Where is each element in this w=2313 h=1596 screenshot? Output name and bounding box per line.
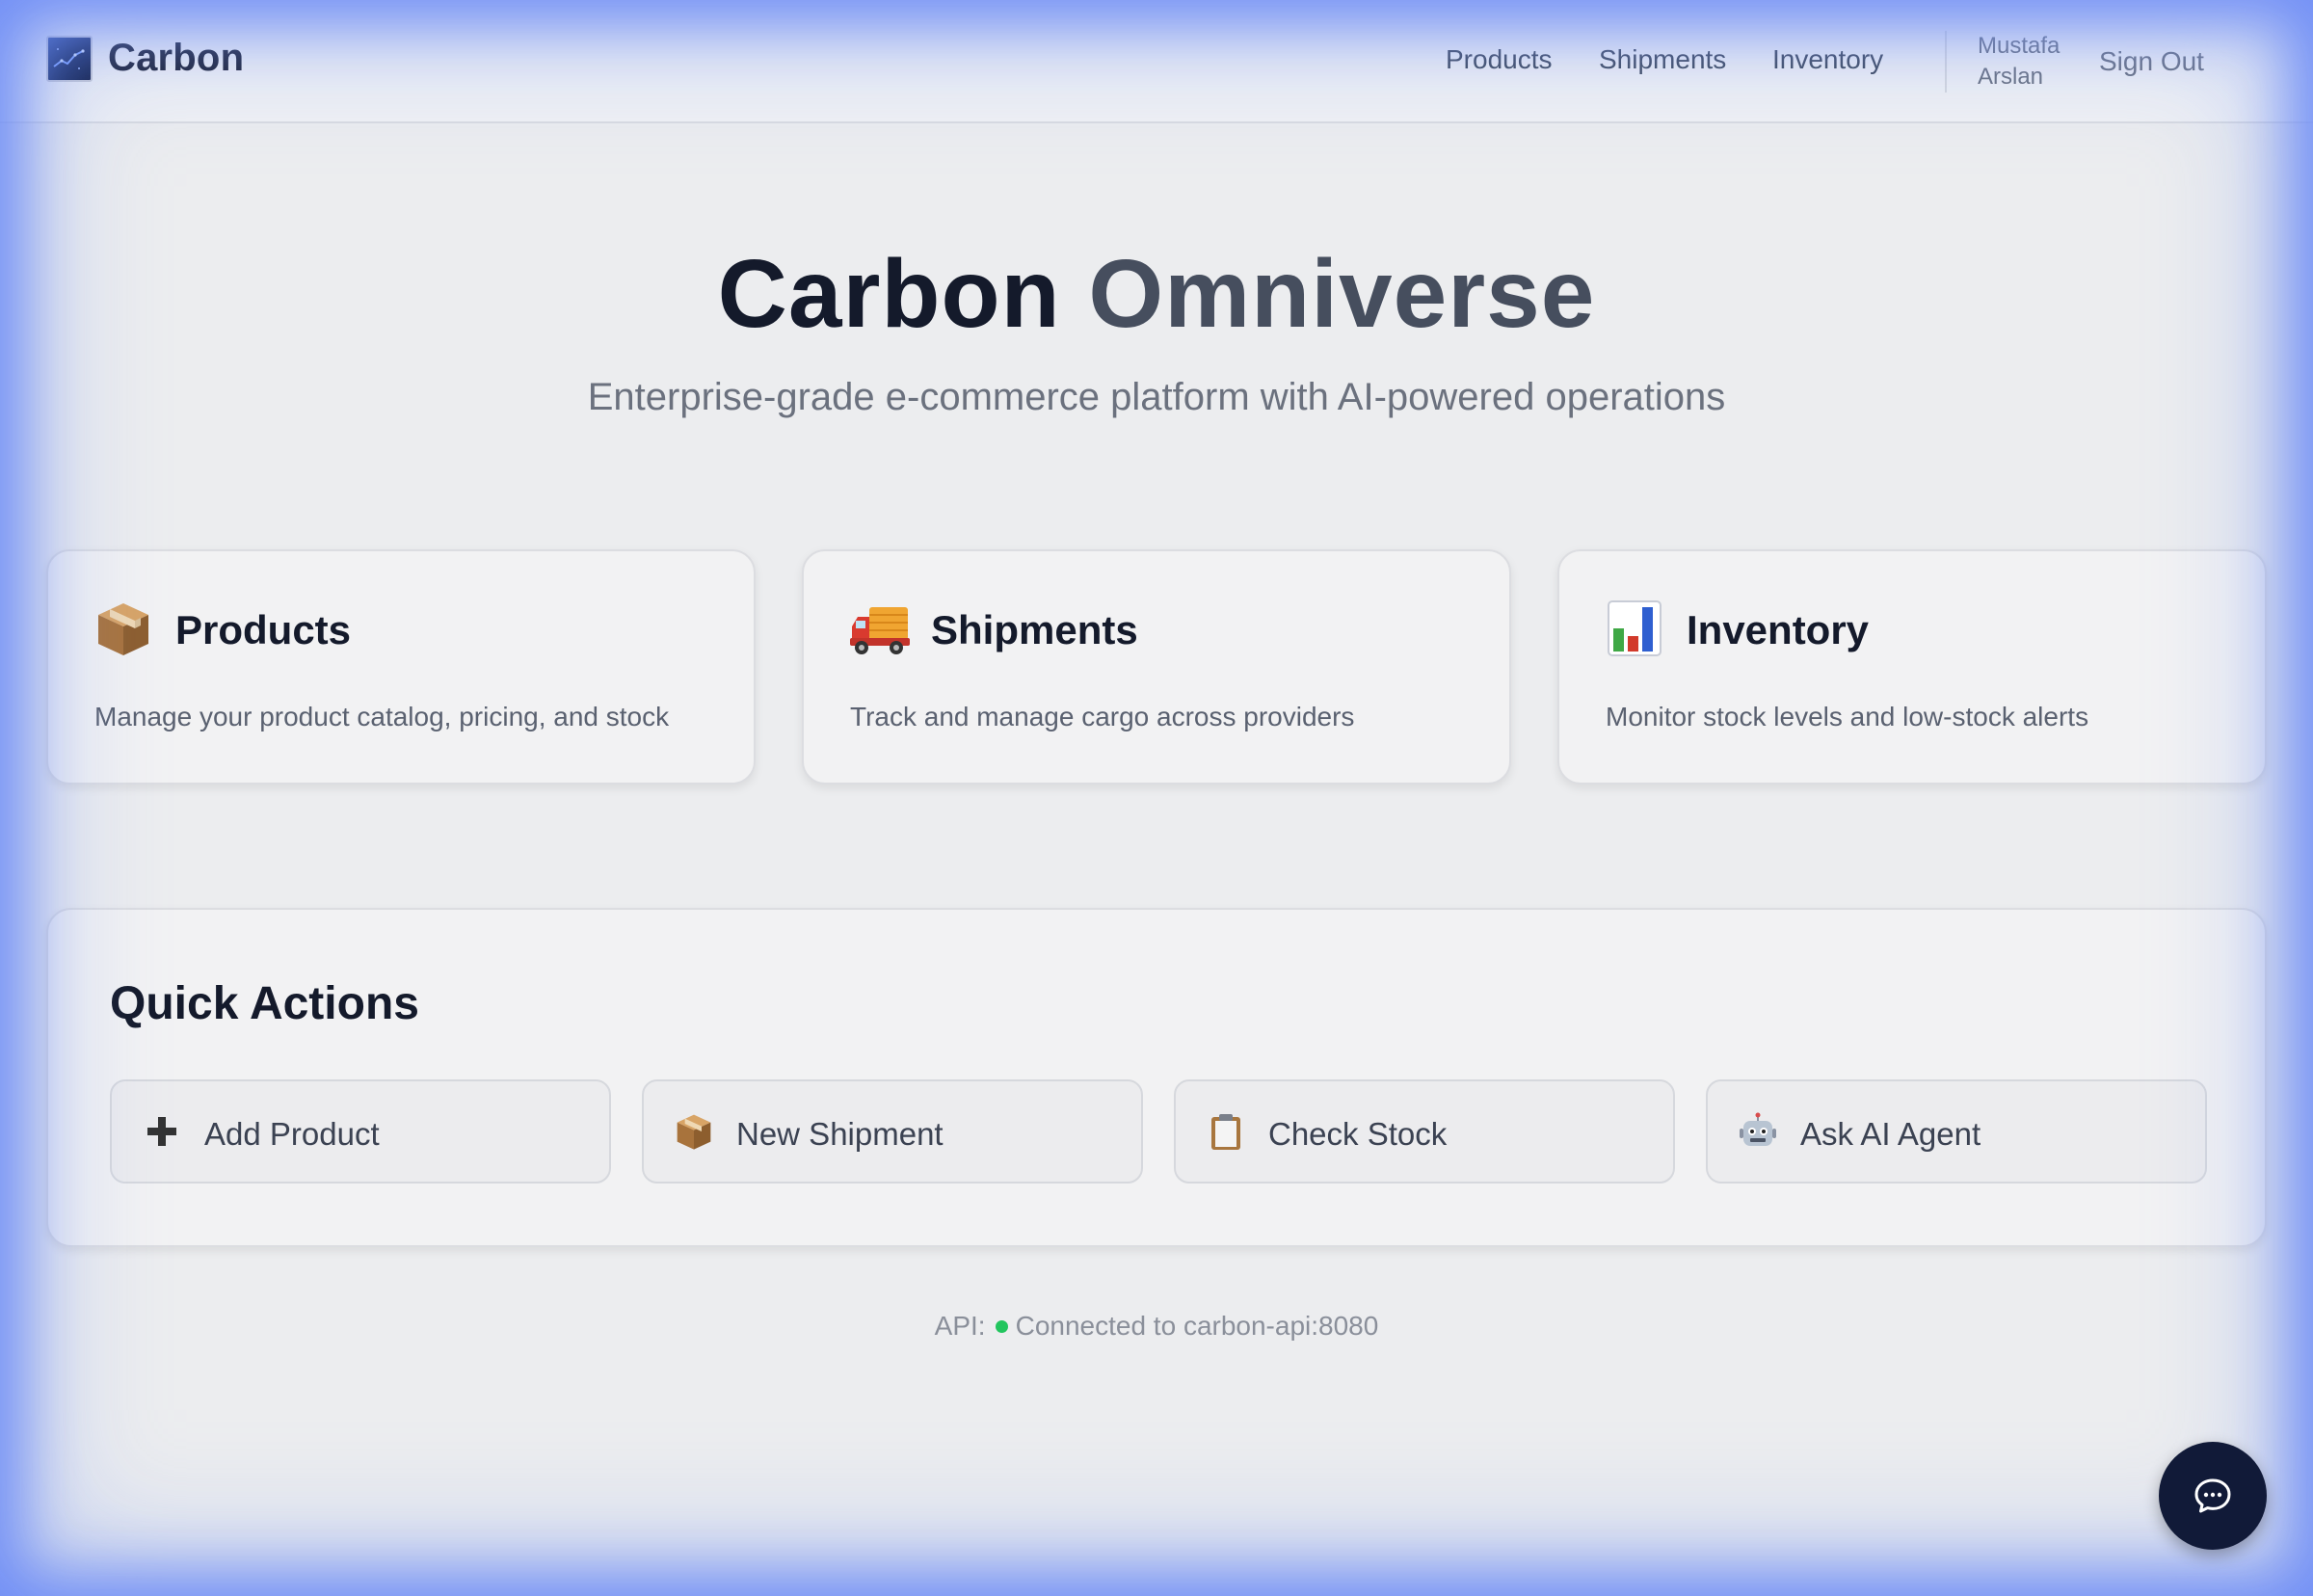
hero-title-primary: Carbon: [717, 240, 1061, 348]
nav-divider: [1945, 31, 1947, 93]
card-title: Inventory: [1687, 607, 1870, 652]
api-status: API: Connected to carbon-api:8080: [0, 1311, 2313, 1342]
robot-icon: [1739, 1112, 1777, 1151]
hero-title-accent: Omniverse: [1088, 240, 1596, 348]
ask-ai-agent-button[interactable]: Ask AI Agent: [1706, 1079, 2207, 1184]
check-stock-button[interactable]: Check Stock: [1174, 1079, 1675, 1184]
card-description: Track and manage cargo across providers: [850, 702, 1355, 732]
new-shipment-button[interactable]: New Shipment: [642, 1079, 1143, 1184]
status-dot-icon: [995, 1320, 1008, 1334]
chat-button[interactable]: [2159, 1442, 2267, 1550]
quick-actions-panel: Quick Actions Add Product New Shipment C…: [46, 908, 2267, 1247]
chat-bubble-icon: [2194, 1478, 2231, 1513]
truck-icon: [850, 599, 910, 657]
button-label: Ask AI Agent: [1800, 1116, 1981, 1152]
card-title: Products: [175, 607, 352, 652]
nav-shipments[interactable]: Shipments: [1599, 44, 1726, 75]
card-inventory[interactable]: Inventory Monitor stock levels and low-s…: [1557, 549, 2267, 785]
package-icon: [94, 599, 152, 657]
package-icon: [675, 1112, 713, 1151]
top-navbar: Carbon Products Shipments Inventory Must…: [0, 0, 2313, 123]
nav-inventory[interactable]: Inventory: [1772, 44, 1883, 75]
api-status-text: Connected to carbon-api:8080: [1015, 1311, 1379, 1341]
clipboard-icon: [1207, 1112, 1245, 1151]
quick-actions-title: Quick Actions: [110, 978, 419, 1029]
card-title: Shipments: [931, 607, 1138, 652]
bar-chart-icon: [1606, 599, 1663, 657]
card-products[interactable]: Products Manage your product catalog, pr…: [46, 549, 756, 785]
sign-out-button[interactable]: Sign Out: [2099, 46, 2204, 77]
add-product-button[interactable]: Add Product: [110, 1079, 611, 1184]
button-label: New Shipment: [736, 1116, 944, 1152]
brand-name[interactable]: Carbon: [108, 37, 244, 80]
nav-products[interactable]: Products: [1446, 44, 1553, 75]
plus-icon: [143, 1112, 181, 1151]
hero-subtitle: Enterprise-grade e-commerce platform wit…: [587, 376, 1726, 418]
hero-title: Carbon Omniverse: [0, 239, 2313, 350]
card-description: Manage your product catalog, pricing, an…: [94, 702, 670, 732]
user-first-name: Mustafa: [1978, 33, 2060, 59]
card-description: Monitor stock levels and low-stock alert…: [1606, 702, 2089, 732]
user-name: Mustafa Arslan: [1978, 31, 2074, 93]
button-label: Check Stock: [1268, 1116, 1448, 1152]
card-shipments[interactable]: Shipments Track and manage cargo across …: [802, 549, 1511, 785]
api-status-prefix: API:: [934, 1311, 986, 1341]
logo-icon[interactable]: [46, 36, 93, 82]
user-last-name: Arslan: [1978, 64, 2044, 90]
button-label: Add Product: [204, 1116, 380, 1152]
